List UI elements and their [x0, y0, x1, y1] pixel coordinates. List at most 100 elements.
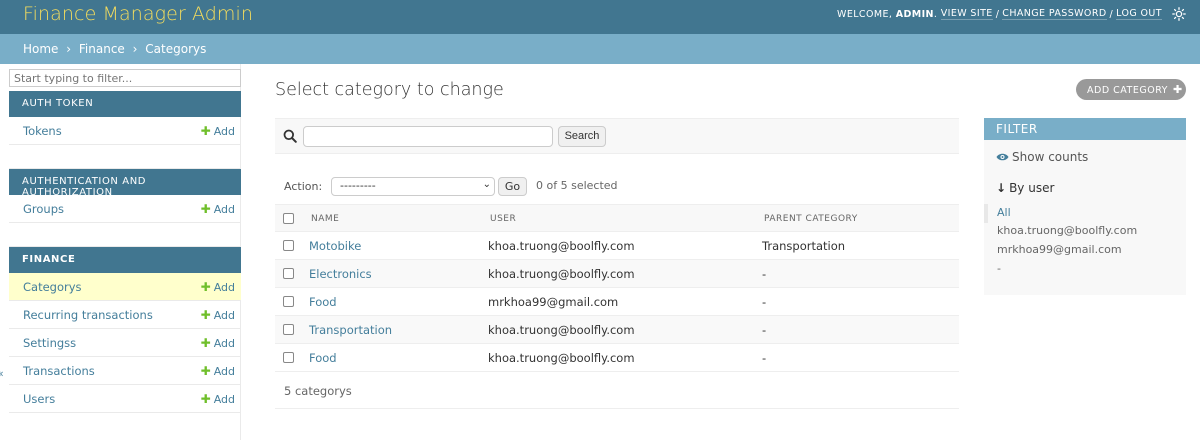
filter-choice-empty[interactable]: -	[984, 260, 1186, 279]
row-name-link[interactable]: Electronics	[309, 267, 372, 281]
plus-icon: ✚	[200, 124, 211, 138]
add-tokens-link[interactable]: ✚ Add	[201, 124, 235, 138]
sidebar-spacer	[9, 145, 241, 169]
row-user: mrkhoa99@gmail.com	[488, 295, 619, 309]
plus-icon: ✚	[1172, 83, 1183, 96]
search-icon	[283, 129, 297, 143]
add-label: Add	[213, 337, 235, 350]
row-checkbox[interactable]	[283, 240, 294, 251]
row-parent-category: -	[762, 323, 767, 337]
table-row: Transportation khoa.truong@boolfly.com -	[275, 316, 959, 344]
add-label: Add	[213, 309, 235, 322]
result-count: 5 categorys	[284, 384, 352, 398]
row-checkbox[interactable]	[283, 324, 294, 335]
breadcrumb-separator: ›	[66, 42, 72, 56]
sidebar-item-groups: Groups ✚ Add	[9, 195, 241, 223]
username: admin	[895, 8, 934, 20]
action-label: Action:	[284, 180, 323, 193]
sidebar-item-label[interactable]: Transactions	[23, 364, 95, 378]
action-select-value: ---------	[340, 179, 376, 192]
view-site-link[interactable]: View site	[940, 8, 993, 20]
breadcrumb-finance[interactable]: Finance	[79, 42, 125, 56]
sun-icon[interactable]	[1172, 7, 1186, 21]
row-user: khoa.truong@boolfly.com	[488, 239, 635, 253]
breadcrumb: Home › Finance › Categorys	[0, 34, 1200, 64]
app-caption-authentication[interactable]: Authentication and Authorization	[9, 169, 241, 198]
row-checkbox[interactable]	[283, 268, 294, 279]
paginator: 5 categorys	[275, 372, 959, 409]
add-categorys-link[interactable]: ✚ Add	[201, 280, 235, 294]
action-select[interactable]: --------- ⌄	[331, 177, 495, 196]
row-checkbox[interactable]	[283, 296, 294, 307]
table-header-row: Name User Parent category	[275, 204, 959, 232]
search-input[interactable]	[303, 126, 553, 147]
breadcrumb-current: Categorys	[145, 42, 207, 56]
sidebar-item-users: Users ✚ Add	[9, 385, 241, 413]
sidebar-item-settingss: Settingss ✚ Add	[9, 329, 241, 357]
column-header-name[interactable]: Name	[311, 214, 339, 224]
eye-icon	[996, 152, 1009, 162]
add-transactions-link[interactable]: ✚ Add	[201, 364, 235, 378]
add-category-label: Add category	[1087, 85, 1168, 96]
change-password-link[interactable]: Change password	[1002, 8, 1107, 20]
by-user-filter-heading[interactable]: ↓ By user	[996, 181, 1054, 195]
app-caption-finance[interactable]: Finance	[9, 247, 241, 273]
row-name-link[interactable]: Food	[309, 351, 337, 365]
add-recurring-transactions-link[interactable]: ✚ Add	[201, 308, 235, 322]
plus-icon: ✚	[200, 280, 211, 294]
sidebar-item-label[interactable]: Tokens	[23, 124, 62, 138]
table-row: Motobike khoa.truong@boolfly.com Transpo…	[275, 232, 959, 260]
add-users-link[interactable]: ✚ Add	[201, 392, 235, 406]
app-caption-auth-token[interactable]: Auth Token	[9, 91, 241, 117]
search-button[interactable]: Search	[558, 126, 606, 147]
column-header-parent-category[interactable]: Parent category	[764, 214, 858, 224]
separator: /	[1109, 8, 1114, 20]
search-toolbar: Search	[275, 118, 959, 154]
row-name-link[interactable]: Motobike	[309, 239, 361, 253]
row-parent-category: -	[762, 267, 767, 281]
table-row: Food mrkhoa99@gmail.com -	[275, 288, 959, 316]
add-label: Add	[213, 125, 235, 138]
user-tools: Welcome, admin. View site / Change passw…	[837, 7, 1186, 21]
log-out-link[interactable]: Log out	[1116, 8, 1162, 20]
sidebar-item-tokens: Tokens ✚ Add	[9, 117, 241, 145]
filter-choice-all[interactable]: All	[984, 204, 1186, 223]
sidebar-item-label[interactable]: Users	[23, 392, 55, 406]
site-branding[interactable]: Finance Manager Admin	[23, 3, 253, 25]
filter-choice-user[interactable]: khoa.truong@boolfly.com	[984, 222, 1186, 241]
sidebar-item-label[interactable]: Groups	[23, 202, 64, 216]
row-checkbox[interactable]	[283, 352, 294, 363]
add-category-button[interactable]: Add category ✚	[1076, 79, 1186, 100]
row-parent-category: Transportation	[762, 239, 846, 253]
show-counts-link[interactable]: Show counts	[996, 150, 1088, 164]
header: Finance Manager Admin Welcome, admin. Vi…	[0, 0, 1200, 34]
plus-icon: ✚	[200, 364, 211, 378]
go-button[interactable]: Go	[498, 177, 527, 196]
sidebar-item-label[interactable]: Recurring transactions	[23, 308, 153, 322]
sidebar-collapse-toggle[interactable]: «	[0, 367, 4, 380]
sidebar-filter-input[interactable]	[9, 69, 241, 87]
select-all-checkbox[interactable]	[283, 213, 294, 224]
row-name-link[interactable]: Food	[309, 295, 337, 309]
show-counts-label: Show counts	[1012, 150, 1089, 164]
selection-counter: 0 of 5 selected	[536, 179, 618, 192]
sidebar-item-label[interactable]: Settingss	[23, 336, 76, 350]
add-settingss-link[interactable]: ✚ Add	[201, 336, 235, 350]
separator: /	[995, 8, 1000, 20]
sidebar-item-recurring-transactions: Recurring transactions ✚ Add	[9, 301, 241, 329]
add-groups-link[interactable]: ✚ Add	[201, 202, 235, 216]
row-user: khoa.truong@boolfly.com	[488, 351, 635, 365]
table-row: Electronics khoa.truong@boolfly.com -	[275, 260, 959, 288]
column-header-user[interactable]: User	[490, 214, 516, 224]
breadcrumb-home[interactable]: Home	[23, 42, 58, 56]
chevron-down-icon: ⌄	[482, 179, 491, 190]
row-name-link[interactable]: Transportation	[309, 323, 392, 337]
filter-title: Filter	[984, 118, 1186, 140]
plus-icon: ✚	[200, 202, 211, 216]
sidebar-item-label[interactable]: Categorys	[23, 280, 82, 294]
nav-sidebar: Auth Token Tokens ✚Add Authentication an…	[0, 64, 241, 440]
filter-choice-user[interactable]: mrkhoa99@gmail.com	[984, 241, 1186, 260]
add-label: Add	[213, 203, 235, 216]
plus-icon: ✚	[200, 336, 211, 350]
row-parent-category: -	[762, 351, 767, 365]
